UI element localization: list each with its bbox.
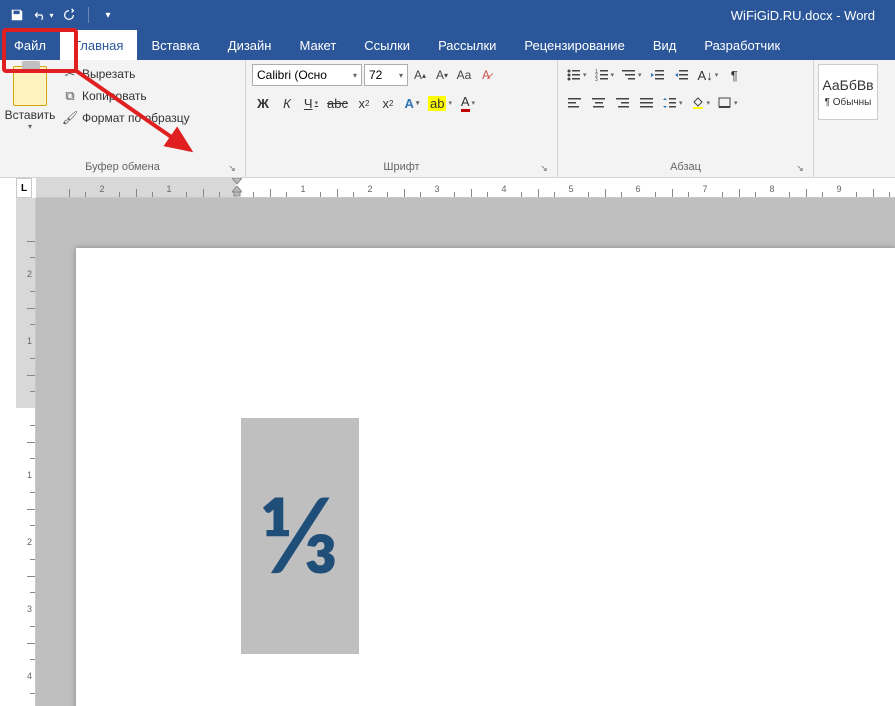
- align-right-button[interactable]: [612, 92, 634, 114]
- group-label-clipboard: Буфер обмена ↘: [6, 159, 239, 177]
- group-font: Calibri (Осно▾ 72▾ A▴ A▾ Aa A̷ Ж К Ч abc…: [246, 60, 558, 177]
- cut-button[interactable]: ✂ Вырезать: [58, 64, 194, 84]
- bullets-icon: [567, 69, 581, 81]
- ribbon-tabs: Файл Главная Вставка Дизайн Макет Ссылки…: [0, 30, 895, 60]
- align-left-icon: [568, 97, 582, 109]
- clipboard-dialog-launcher[interactable]: ↘: [225, 161, 239, 175]
- borders-icon: [718, 97, 732, 109]
- style-normal[interactable]: АаБбВв ¶ Обычны: [818, 64, 878, 120]
- format-painter-label: Формат по образцу: [82, 111, 190, 125]
- cut-label: Вырезать: [82, 67, 135, 81]
- align-left-button[interactable]: [564, 92, 586, 114]
- style-preview: АаБбВв: [822, 77, 873, 93]
- tab-insert[interactable]: Вставка: [137, 30, 213, 60]
- sort-button[interactable]: A↓: [695, 64, 722, 86]
- ruler-horizontal[interactable]: 21123456789: [36, 178, 895, 198]
- group-label-font: Шрифт ↘: [252, 159, 551, 177]
- grow-font-button[interactable]: A▴: [410, 64, 430, 86]
- qat-customize-button[interactable]: ▾: [97, 4, 119, 26]
- line-spacing-button[interactable]: [660, 92, 686, 114]
- svg-text:3: 3: [595, 77, 598, 81]
- copy-label: Копировать: [82, 89, 147, 103]
- numbering-button[interactable]: 123: [592, 64, 618, 86]
- increase-indent-button[interactable]: [671, 64, 693, 86]
- text-selection[interactable]: ⅓: [241, 418, 359, 654]
- indent-icon: [675, 69, 689, 81]
- brush-icon: 🖌: [62, 110, 78, 126]
- outdent-icon: [651, 69, 665, 81]
- underline-button[interactable]: Ч: [300, 92, 322, 114]
- font-color-button[interactable]: A: [457, 92, 479, 114]
- undo-button[interactable]: ▾: [32, 4, 54, 26]
- window-title: WiFiGiD.RU.docx - Word: [731, 8, 875, 23]
- font-name-combo[interactable]: Calibri (Осно▾: [252, 64, 362, 86]
- group-label-paragraph: Абзац ↘: [564, 159, 807, 177]
- italic-button[interactable]: К: [276, 92, 298, 114]
- clear-formatting-button[interactable]: A̷: [476, 64, 496, 86]
- bullets-button[interactable]: [564, 64, 590, 86]
- group-styles: АаБбВв ¶ Обычны: [814, 60, 882, 177]
- group-paragraph: 123 A↓ ¶: [558, 60, 814, 177]
- tab-mailings[interactable]: Рассылки: [424, 30, 510, 60]
- tab-review[interactable]: Рецензирование: [510, 30, 638, 60]
- redo-button[interactable]: [58, 4, 80, 26]
- scissors-icon: ✂: [62, 66, 78, 82]
- format-painter-button[interactable]: 🖌 Формат по образцу: [58, 108, 194, 128]
- tab-home[interactable]: Главная: [60, 30, 137, 60]
- tab-stop-selector[interactable]: L: [16, 178, 32, 198]
- tab-file[interactable]: Файл: [0, 30, 60, 60]
- tab-design[interactable]: Дизайн: [214, 30, 286, 60]
- document-area[interactable]: ⅓: [36, 198, 895, 706]
- tab-developer[interactable]: Разработчик: [690, 30, 794, 60]
- superscript-button[interactable]: x2: [377, 92, 399, 114]
- page[interactable]: ⅓: [76, 248, 895, 706]
- decrease-indent-button[interactable]: [647, 64, 669, 86]
- font-dialog-launcher[interactable]: ↘: [537, 161, 551, 175]
- show-marks-button[interactable]: ¶: [723, 64, 745, 86]
- align-center-button[interactable]: [588, 92, 610, 114]
- ruler-hanging-indent[interactable]: [232, 186, 242, 198]
- style-name: ¶ Обычны: [825, 97, 872, 108]
- bold-button[interactable]: Ж: [252, 92, 274, 114]
- numbering-icon: 123: [595, 69, 609, 81]
- justify-button[interactable]: [636, 92, 658, 114]
- font-size-value: 72: [369, 68, 382, 82]
- multilevel-icon: [622, 69, 636, 81]
- justify-icon: [640, 97, 654, 109]
- borders-button[interactable]: [715, 92, 741, 114]
- font-name-value: Calibri (Осно: [257, 68, 327, 82]
- multilevel-list-button[interactable]: [619, 64, 645, 86]
- shading-button[interactable]: [688, 92, 714, 114]
- align-right-icon: [616, 97, 630, 109]
- quick-access-toolbar: ▾ ▾: [6, 4, 119, 26]
- copy-button[interactable]: ⧉ Копировать: [58, 86, 194, 106]
- document-text: ⅓: [262, 481, 339, 591]
- paste-button[interactable]: Вставить ▾: [6, 64, 54, 133]
- font-size-combo[interactable]: 72▾: [364, 64, 408, 86]
- text-effects-button[interactable]: A: [401, 92, 423, 114]
- align-center-icon: [592, 97, 606, 109]
- shrink-font-button[interactable]: A▾: [432, 64, 452, 86]
- save-button[interactable]: [6, 4, 28, 26]
- bucket-icon: [691, 96, 705, 110]
- strikethrough-button[interactable]: abc: [324, 92, 351, 114]
- linespacing-icon: [663, 97, 677, 109]
- tab-view[interactable]: Вид: [639, 30, 691, 60]
- clipboard-icon: [13, 66, 47, 106]
- ribbon: Вставить ▾ ✂ Вырезать ⧉ Копировать 🖌 Фор…: [0, 60, 895, 178]
- subscript-button[interactable]: x2: [353, 92, 375, 114]
- tab-layout[interactable]: Макет: [285, 30, 350, 60]
- ruler-vertical[interactable]: 21123456: [16, 198, 36, 706]
- group-clipboard: Вставить ▾ ✂ Вырезать ⧉ Копировать 🖌 Фор…: [0, 60, 246, 177]
- title-bar: ▾ ▾ WiFiGiD.RU.docx - Word: [0, 0, 895, 30]
- paste-label: Вставить: [5, 108, 56, 122]
- highlight-button[interactable]: ab: [425, 92, 455, 114]
- change-case-button[interactable]: Aa: [454, 64, 474, 86]
- tab-references[interactable]: Ссылки: [350, 30, 424, 60]
- paragraph-dialog-launcher[interactable]: ↘: [793, 161, 807, 175]
- copy-icon: ⧉: [62, 88, 78, 104]
